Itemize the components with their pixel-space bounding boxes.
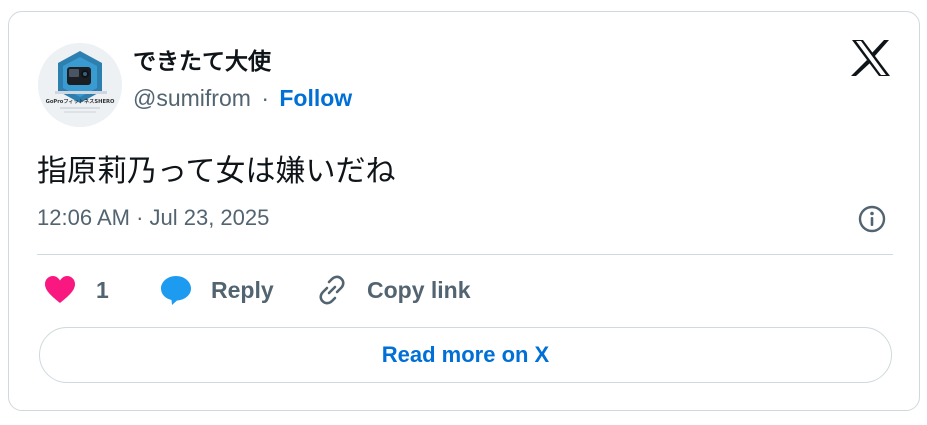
post-text: 指原莉乃って女は嫌いだね — [37, 154, 396, 189]
author-handle-row: @sumifrom · Follow — [133, 85, 352, 112]
copy-link-label: Copy link — [367, 276, 471, 303]
like-button[interactable]: 1 — [44, 274, 109, 306]
avatar-caption: GoProフィットネスSHERO — [46, 97, 115, 105]
avatar-image: GoProフィットネスSHERO — [38, 43, 122, 127]
separator-dot: · — [261, 85, 269, 111]
read-more-button[interactable]: Read more on X — [39, 327, 892, 383]
info-icon[interactable] — [857, 204, 887, 234]
follow-link[interactable]: Follow — [279, 85, 352, 111]
author-display-name[interactable]: できたて大使 — [133, 42, 271, 76]
speech-bubble-icon — [161, 276, 191, 305]
avatar[interactable]: GoProフィットネスSHERO — [38, 43, 122, 127]
like-count: 1 — [96, 276, 109, 303]
divider — [37, 254, 893, 255]
post-timestamp[interactable]: 12:06 AM · Jul 23, 2025 — [37, 205, 269, 231]
link-icon — [319, 275, 345, 305]
x-logo-icon[interactable] — [850, 38, 892, 78]
copy-link-button[interactable]: Copy link — [315, 274, 471, 306]
embedded-post-card: GoProフィットネスSHERO できたて大使 @sumifrom · Foll… — [8, 11, 920, 411]
author-handle[interactable]: @sumifrom — [133, 85, 251, 111]
reply-button[interactable]: Reply — [159, 274, 274, 306]
reply-label: Reply — [211, 276, 274, 303]
heart-icon — [45, 276, 75, 303]
